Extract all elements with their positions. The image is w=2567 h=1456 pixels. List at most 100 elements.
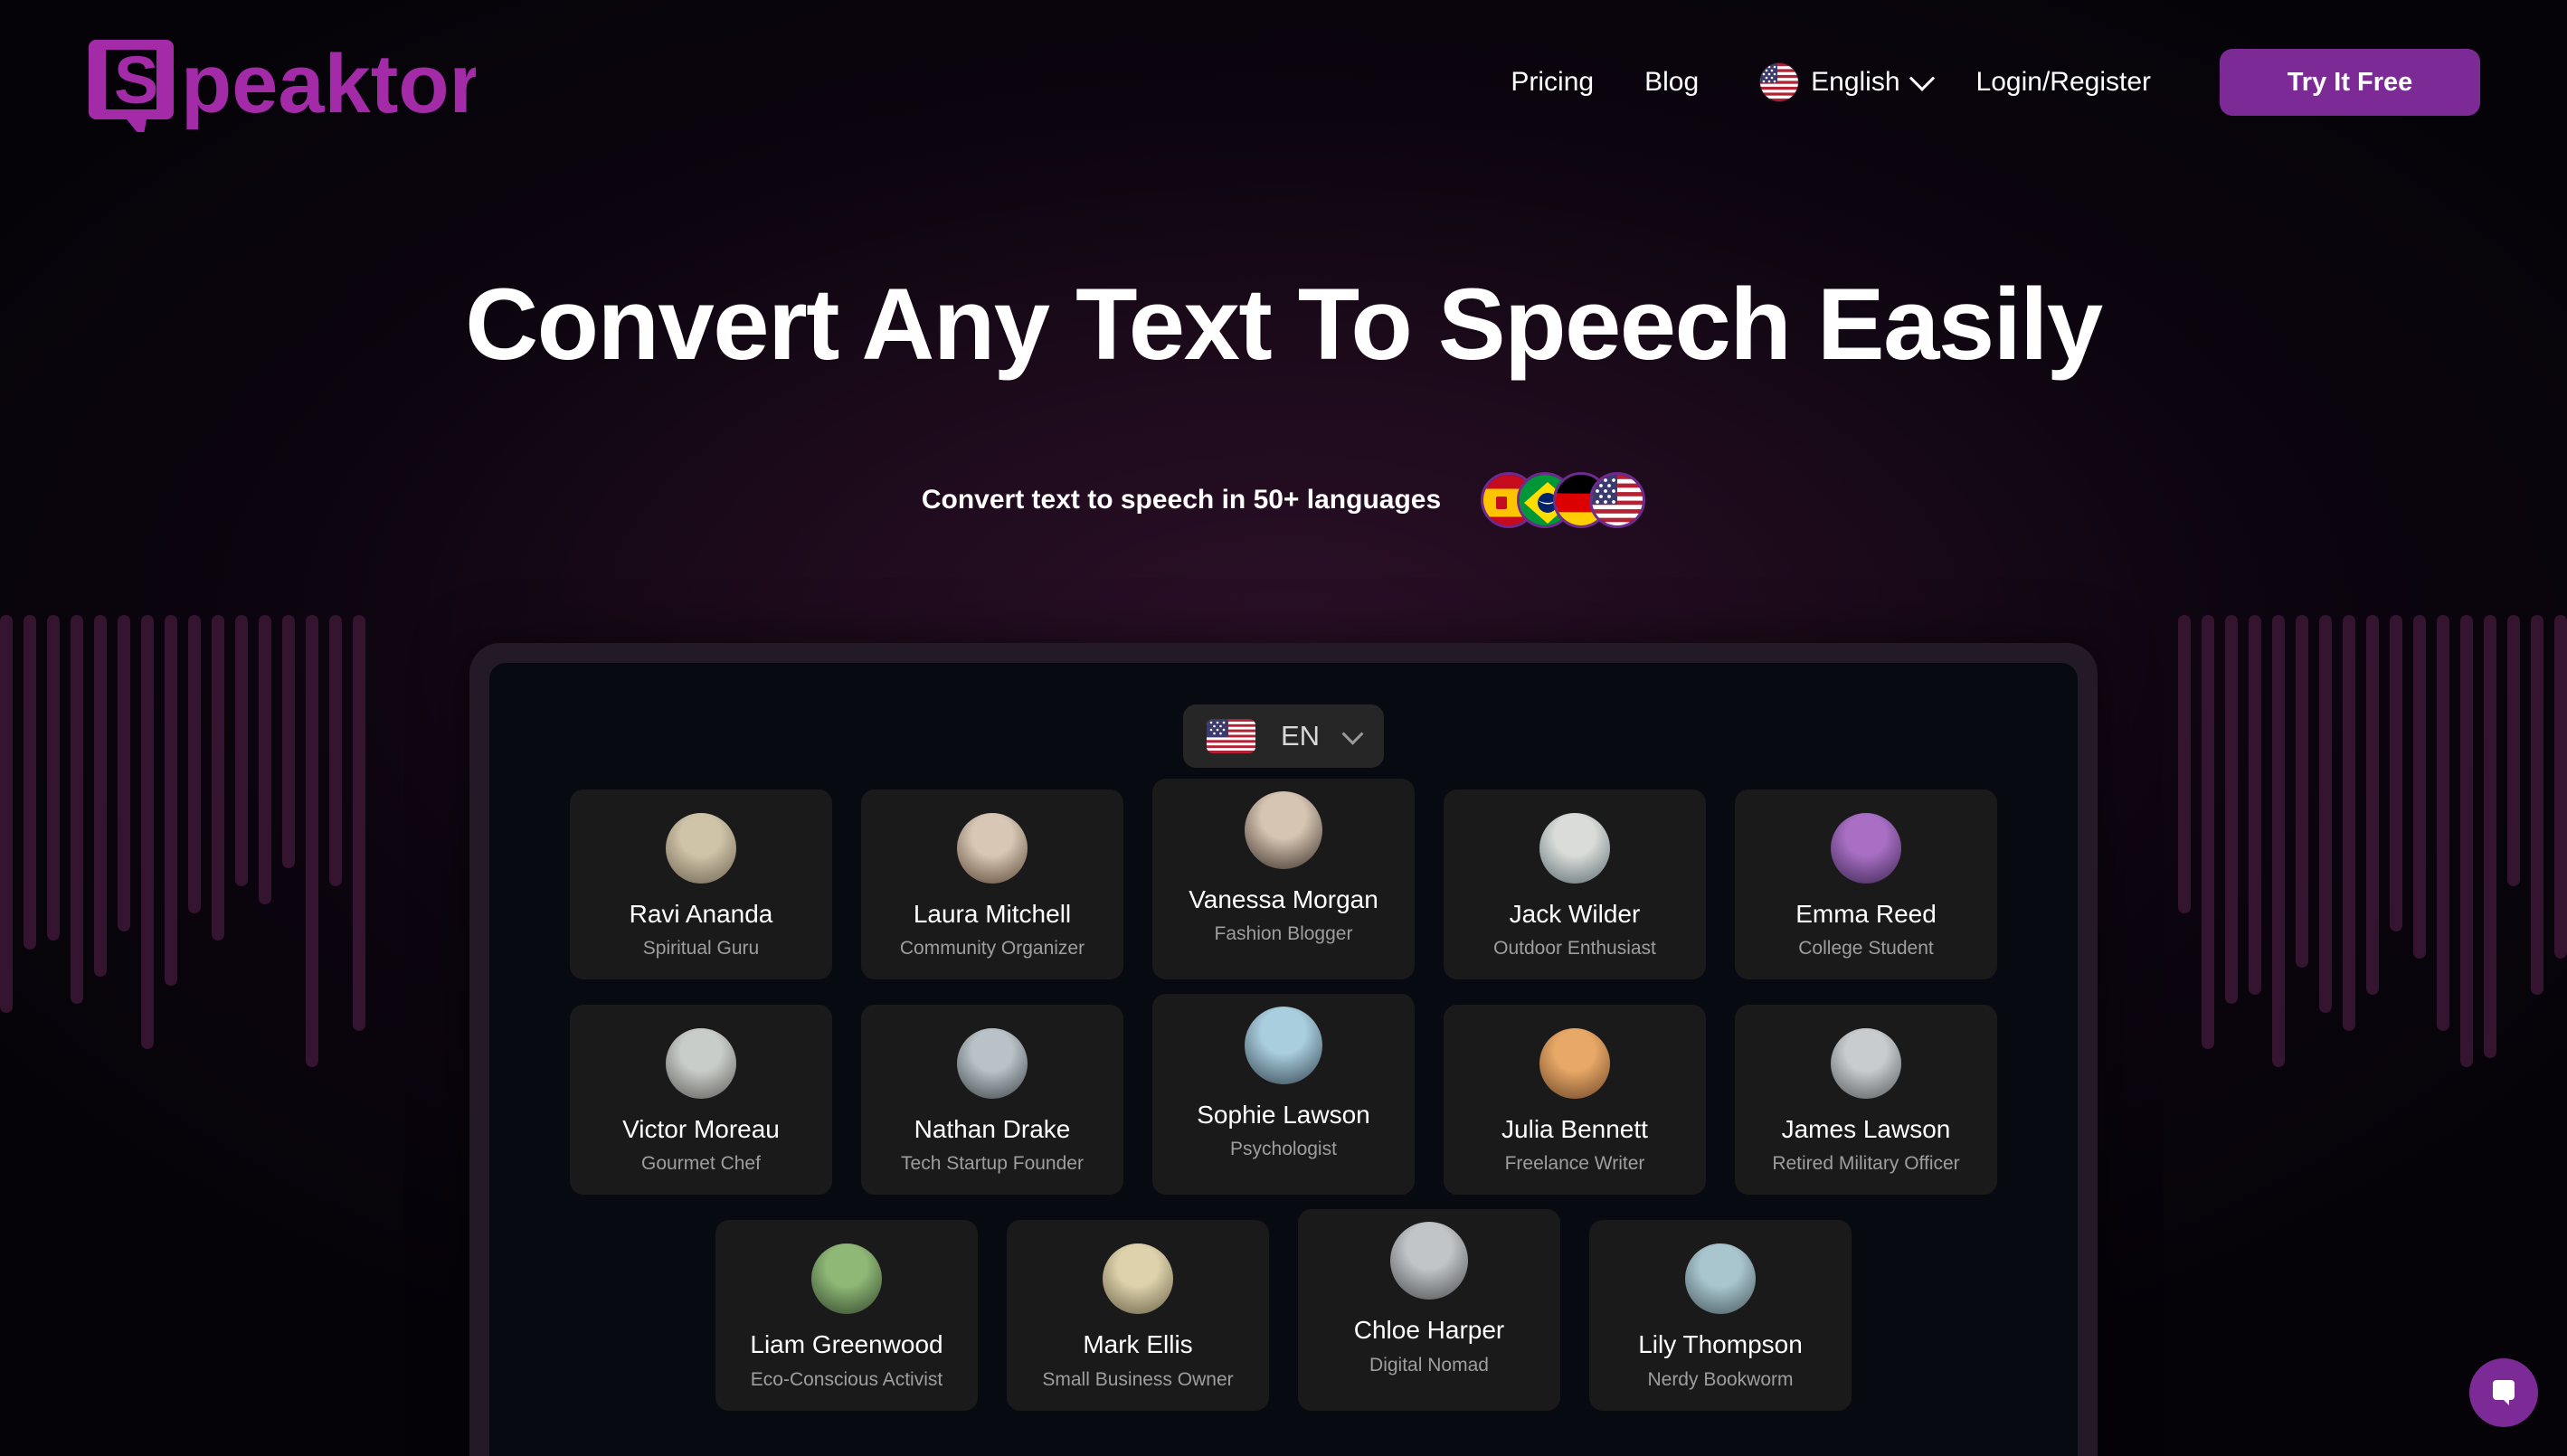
- us-flag-icon: [1206, 719, 1255, 753]
- waveform-bar: [71, 615, 83, 1004]
- waveform-bar: [2366, 615, 2379, 995]
- voice-card[interactable]: Ravi Ananda Spiritual Guru: [570, 789, 832, 980]
- waveform-bar: [2319, 615, 2332, 1013]
- nav-link-pricing[interactable]: Pricing: [1485, 54, 1619, 110]
- voice-name: James Lawson: [1781, 1115, 1951, 1144]
- voice-avatar: [666, 813, 736, 884]
- language-switcher[interactable]: English: [1740, 51, 1950, 114]
- voice-avatar: [1245, 1007, 1322, 1085]
- waveform-bar: [282, 615, 295, 868]
- nav-link-blog[interactable]: Blog: [1619, 54, 1724, 110]
- app-language-selector[interactable]: EN: [1182, 704, 1385, 768]
- usa-flag-icon: [1589, 471, 1646, 528]
- voice-name: Chloe Harper: [1353, 1316, 1505, 1345]
- site-header: S peaktor Pricing Blog English Login/Reg…: [0, 0, 2567, 165]
- voice-role: Nerdy Bookworm: [1647, 1368, 1794, 1390]
- language-flags-cluster: [1481, 471, 1646, 528]
- voice-grid: Ravi Ananda Spiritual Guru Laura Mitchell C…: [540, 779, 2027, 1411]
- voice-card[interactable]: Chloe Harper Digital Nomad: [1298, 1209, 1560, 1411]
- voice-avatar: [811, 1243, 882, 1315]
- app-language-code: EN: [1280, 720, 1321, 752]
- voice-name: Nathan Drake: [914, 1115, 1071, 1144]
- hero-subtext: Convert text to speech in 50+ languages: [921, 484, 1442, 515]
- waveform-bar: [235, 615, 248, 886]
- voice-name: Emma Reed: [1795, 900, 1937, 928]
- waveform-bar: [2390, 615, 2402, 931]
- voice-card[interactable]: Jack Wilder Outdoor Enthusiast: [1444, 789, 1706, 980]
- waveform-bar: [2296, 615, 2308, 968]
- voice-avatar: [1539, 1028, 1610, 1100]
- voice-card[interactable]: Vanessa Morgan Fashion Blogger: [1152, 779, 1415, 980]
- waveform-bar: [2249, 615, 2261, 995]
- voice-card[interactable]: Liam Greenwood Eco-Conscious Activist: [715, 1220, 978, 1411]
- page-root: S peaktor Pricing Blog English Login/Reg…: [0, 0, 2567, 1456]
- voice-row: Victor Moreau Gourmet Chef Nathan Drake Tec…: [540, 994, 2027, 1196]
- voice-avatar: [1685, 1243, 1756, 1315]
- voice-name: Victor Moreau: [622, 1115, 780, 1144]
- waveform-bar: [94, 615, 107, 977]
- voice-card[interactable]: Sophie Lawson Psychologist: [1152, 994, 1415, 1196]
- app-preview-screen: EN Ravi Ananda Spiritual Guru Laura Mitche…: [489, 663, 2078, 1456]
- voice-avatar: [1831, 813, 1901, 884]
- voice-card[interactable]: Emma Reed College Student: [1735, 789, 1997, 980]
- voice-name: Liam Greenwood: [750, 1330, 943, 1359]
- voice-card[interactable]: Nathan Drake Tech Startup Founder: [861, 1005, 1123, 1196]
- hero-headline: Convert Any Text To Speech Easily: [465, 268, 2103, 381]
- waveform-bar: [2484, 615, 2496, 1058]
- voice-avatar: [1539, 813, 1610, 884]
- voice-avatar: [1103, 1243, 1173, 1315]
- voice-role: Eco-Conscious Activist: [750, 1368, 943, 1390]
- voice-card[interactable]: Laura Mitchell Community Organizer: [861, 789, 1123, 980]
- waveform-bar: [259, 615, 271, 904]
- voice-role: Fashion Blogger: [1214, 923, 1353, 945]
- waveform-bar: [2413, 615, 2426, 959]
- voice-name: Vanessa Morgan: [1189, 885, 1378, 913]
- speaktor-logo[interactable]: S peaktor: [87, 28, 476, 137]
- waveform-bar: [141, 615, 154, 1049]
- voice-avatar: [1831, 1028, 1901, 1100]
- waveform-bar: [2507, 615, 2520, 886]
- waveform-bar: [165, 615, 177, 986]
- voice-name: Sophie Lawson: [1197, 1101, 1370, 1130]
- waveform-bar: [188, 615, 201, 913]
- voice-role: Community Organizer: [899, 938, 1085, 960]
- app-preview-frame: EN Ravi Ananda Spiritual Guru Laura Mitche…: [469, 643, 2098, 1456]
- waveform-bar: [2554, 615, 2567, 959]
- language-switcher-label: English: [1811, 67, 1900, 97]
- voice-name: Lily Thompson: [1638, 1330, 1803, 1359]
- chat-bubble-icon: [2493, 1380, 2515, 1405]
- voice-row: Liam Greenwood Eco-Conscious Activist Mark…: [540, 1209, 2027, 1411]
- chevron-down-icon: [1909, 65, 1935, 91]
- waveform-decoration-left: [0, 615, 365, 1103]
- voice-avatar: [957, 1028, 1028, 1100]
- chat-widget-button[interactable]: [2469, 1358, 2538, 1427]
- waveform-bar: [24, 615, 36, 950]
- waveform-bar: [118, 615, 130, 931]
- voice-card[interactable]: Mark Ellis Small Business Owner: [1007, 1220, 1269, 1411]
- voice-avatar: [1245, 791, 1322, 869]
- voice-card[interactable]: Victor Moreau Gourmet Chef: [570, 1005, 832, 1196]
- svg-text:S: S: [114, 43, 158, 118]
- voice-avatar: [1390, 1222, 1468, 1300]
- svg-text:peaktor: peaktor: [181, 38, 476, 130]
- voice-card[interactable]: Lily Thompson Nerdy Bookworm: [1589, 1220, 1852, 1411]
- voice-avatar: [666, 1028, 736, 1100]
- waveform-bar: [353, 615, 365, 1031]
- speaktor-logo-icon: S peaktor: [89, 38, 476, 132]
- app-language-selector-row: EN: [540, 704, 2027, 768]
- hero-subtext-row: Convert text to speech in 50+ languages: [0, 471, 2567, 528]
- waveform-bar: [2272, 615, 2285, 1067]
- try-it-free-button[interactable]: Try It Free: [2220, 49, 2480, 116]
- voice-role: Spiritual Guru: [642, 938, 760, 960]
- voice-role: Gourmet Chef: [641, 1153, 761, 1175]
- waveform-bar: [306, 615, 318, 1067]
- voice-name: Mark Ellis: [1083, 1330, 1193, 1359]
- voice-card[interactable]: Julia Bennett Freelance Writer: [1444, 1005, 1706, 1196]
- voice-card[interactable]: James Lawson Retired Military Officer: [1735, 1005, 1997, 1196]
- waveform-bar: [2437, 615, 2449, 1031]
- waveform-bar: [2343, 615, 2355, 1031]
- voice-role: College Student: [1798, 938, 1934, 960]
- waveform-bar: [47, 615, 60, 941]
- voice-name: Julia Bennett: [1501, 1115, 1648, 1144]
- nav-link-login-register[interactable]: Login/Register: [1951, 54, 2176, 110]
